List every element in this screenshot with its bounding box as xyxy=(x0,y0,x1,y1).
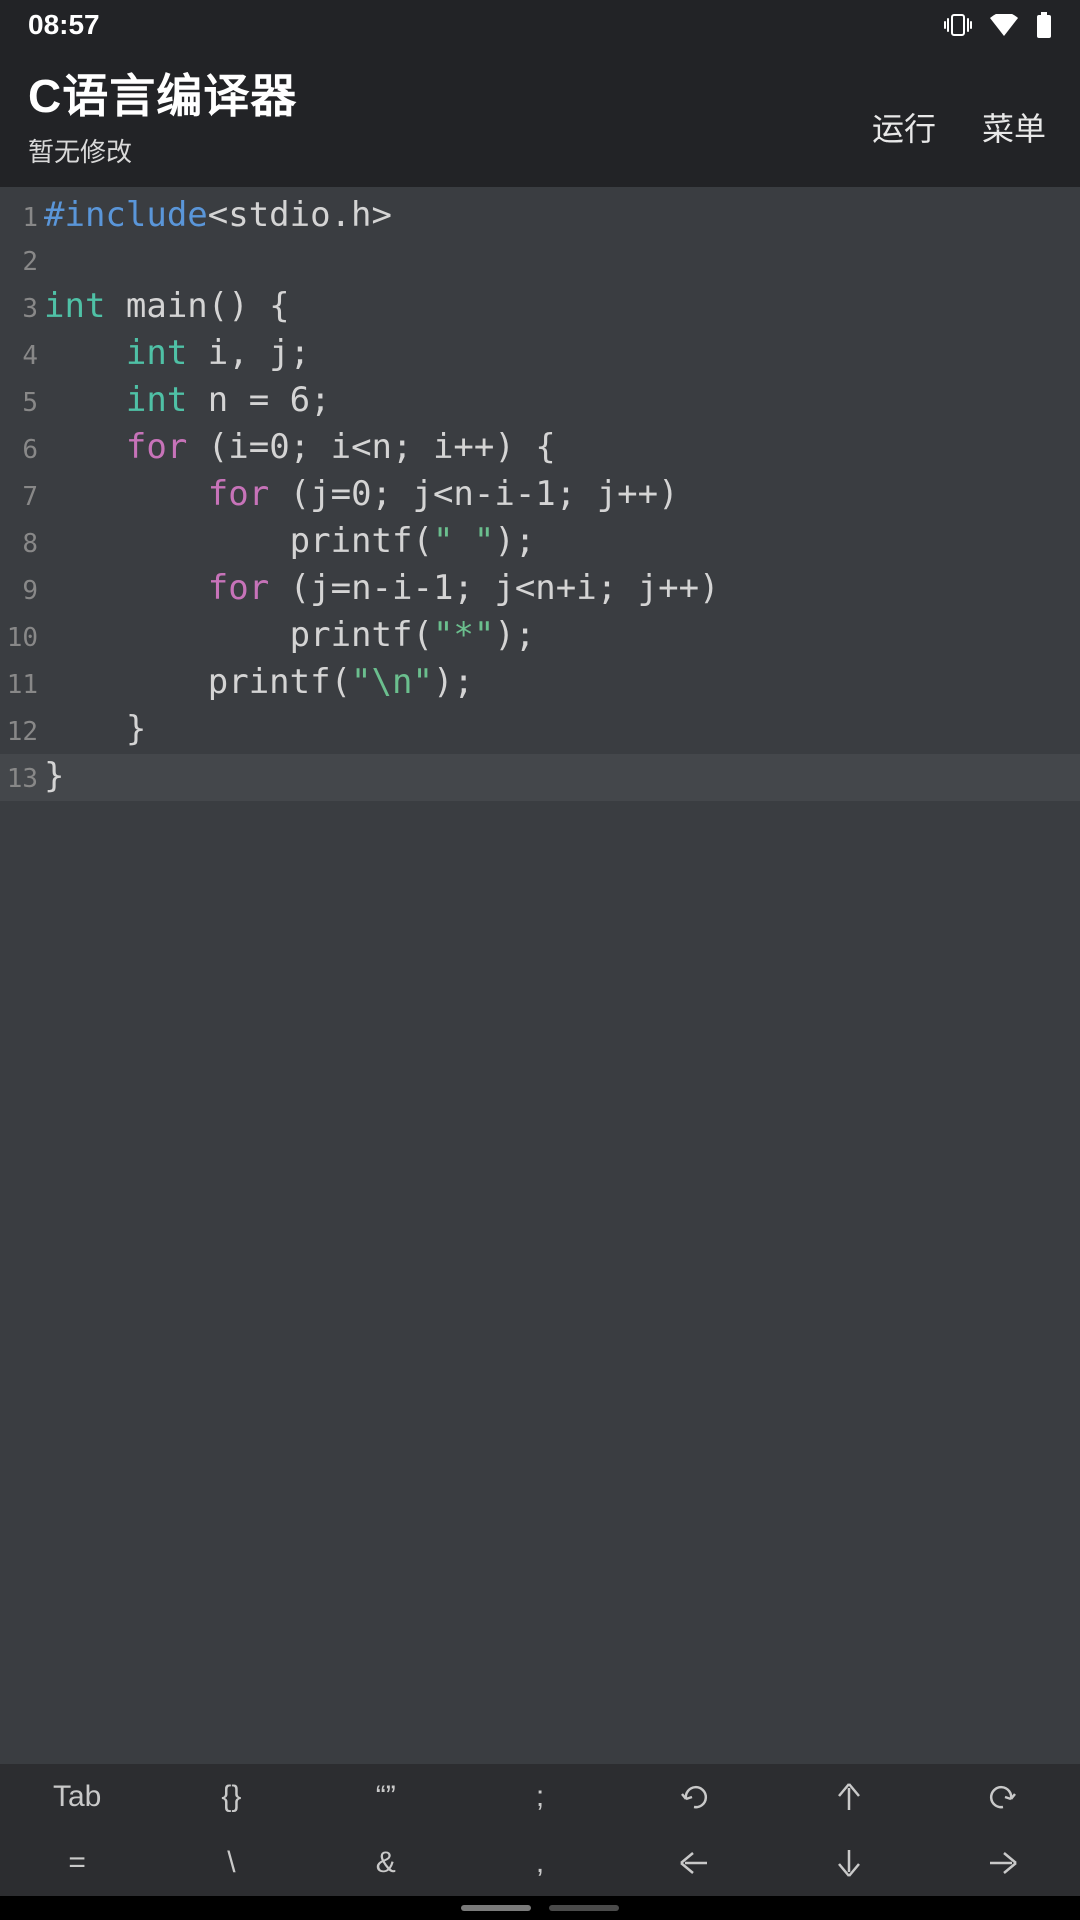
down-icon[interactable] xyxy=(771,1830,925,1896)
code-editor[interactable]: 1#include<stdio.h>23int main() {4 int i,… xyxy=(0,187,1080,1920)
code-content[interactable]: printf("\n"); xyxy=(44,660,474,704)
symbol-key[interactable]: & xyxy=(309,1830,463,1896)
nav-pill[interactable] xyxy=(549,1905,619,1911)
symbol-key[interactable]: ; xyxy=(463,1764,617,1830)
status-icons xyxy=(944,12,1052,38)
code-line[interactable]: 9 for (j=n-i-1; j<n+i; j++) xyxy=(0,566,1080,613)
code-content[interactable]: for (i=0; i<n; i++) { xyxy=(44,425,556,469)
symbol-key[interactable]: {} xyxy=(154,1764,308,1830)
line-number: 13 xyxy=(0,757,44,801)
code-content[interactable]: int n = 6; xyxy=(44,378,331,422)
line-number: 9 xyxy=(0,569,44,613)
line-number: 8 xyxy=(0,522,44,566)
symbol-key[interactable]: \ xyxy=(154,1830,308,1896)
symbol-toolbar: Tab{}“”; =\&, xyxy=(0,1764,1080,1896)
code-content[interactable]: int i, j; xyxy=(44,331,310,375)
status-bar: 08:57 xyxy=(0,0,1080,50)
vibrate-icon xyxy=(944,13,972,37)
line-number: 4 xyxy=(0,334,44,378)
code-content[interactable]: #include<stdio.h> xyxy=(44,193,392,237)
line-number: 10 xyxy=(0,616,44,660)
battery-icon xyxy=(1036,12,1052,38)
code-content[interactable]: int main() { xyxy=(44,284,290,328)
system-nav-bar xyxy=(0,1896,1080,1920)
code-line[interactable]: 6 for (i=0; i<n; i++) { xyxy=(0,425,1080,472)
code-line[interactable]: 11 printf("\n"); xyxy=(0,660,1080,707)
nav-pill[interactable] xyxy=(461,1905,531,1911)
line-number: 12 xyxy=(0,710,44,754)
right-icon[interactable] xyxy=(926,1830,1080,1896)
code-line[interactable]: 1#include<stdio.h> xyxy=(0,193,1080,240)
code-line[interactable]: 12 } xyxy=(0,707,1080,754)
line-number: 11 xyxy=(0,663,44,707)
symbol-key[interactable]: , xyxy=(463,1830,617,1896)
symbol-key[interactable]: = xyxy=(0,1830,154,1896)
app-title: C语言编译器 xyxy=(28,60,297,126)
menu-button[interactable]: 菜单 xyxy=(982,104,1046,150)
code-line[interactable]: 8 printf(" "); xyxy=(0,519,1080,566)
redo-icon[interactable] xyxy=(926,1764,1080,1830)
code-line[interactable]: 3int main() { xyxy=(0,284,1080,331)
undo-icon[interactable] xyxy=(617,1764,771,1830)
code-content[interactable]: for (j=0; j<n-i-1; j++) xyxy=(44,472,679,516)
line-number: 1 xyxy=(0,196,44,240)
code-line[interactable]: 2 xyxy=(0,240,1080,284)
code-line[interactable]: 5 int n = 6; xyxy=(0,378,1080,425)
code-line[interactable]: 7 for (j=0; j<n-i-1; j++) xyxy=(0,472,1080,519)
symbol-key[interactable]: Tab xyxy=(0,1764,154,1830)
left-icon[interactable] xyxy=(617,1830,771,1896)
code-line[interactable]: 13} xyxy=(0,754,1080,801)
run-button[interactable]: 运行 xyxy=(872,104,936,150)
symbol-key[interactable]: “” xyxy=(309,1764,463,1830)
line-number: 2 xyxy=(0,240,44,284)
wifi-icon xyxy=(990,14,1018,36)
line-number: 7 xyxy=(0,475,44,519)
app-subtitle: 暂无修改 xyxy=(28,132,297,169)
app-header: C语言编译器 暂无修改 运行 菜单 xyxy=(0,50,1080,187)
line-number: 3 xyxy=(0,287,44,331)
code-content[interactable]: } xyxy=(44,707,146,751)
status-time: 08:57 xyxy=(28,9,100,41)
up-icon[interactable] xyxy=(771,1764,925,1830)
code-content[interactable]: } xyxy=(44,754,64,798)
code-content[interactable]: printf("*"); xyxy=(44,613,535,657)
code-line[interactable]: 10 printf("*"); xyxy=(0,613,1080,660)
code-content[interactable]: for (j=n-i-1; j<n+i; j++) xyxy=(44,566,720,610)
line-number: 6 xyxy=(0,428,44,472)
code-line[interactable]: 4 int i, j; xyxy=(0,331,1080,378)
line-number: 5 xyxy=(0,381,44,425)
code-content[interactable]: printf(" "); xyxy=(44,519,535,563)
